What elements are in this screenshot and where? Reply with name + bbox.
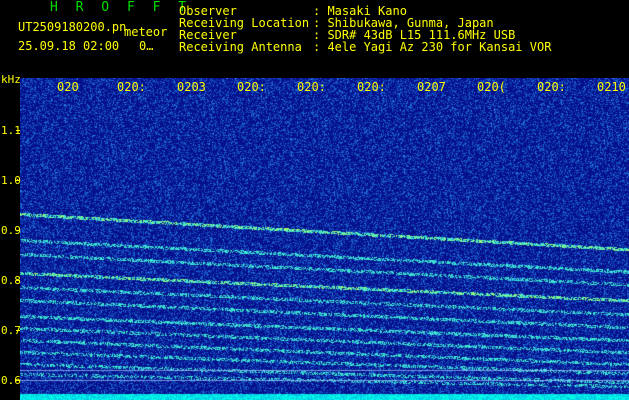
y-tick-mark — [16, 330, 20, 331]
y-tick-mark — [16, 230, 20, 231]
x-tick-label: 0203 — [177, 80, 206, 94]
x-tick-label: 020: — [297, 80, 326, 94]
spectrogram — [20, 78, 629, 400]
antenna-value: : 4ele Yagi Az 230 for Kansai VOR — [313, 40, 552, 54]
app-title: H R O F F T — [50, 0, 192, 15]
x-tick-label: 020: — [117, 80, 146, 94]
x-tick-label: 020: — [237, 80, 266, 94]
y-tick-mark — [16, 130, 20, 131]
file-name: UT2509180200.pn — [18, 20, 127, 34]
x-tick-label: 0210 — [597, 80, 626, 94]
y-tick-mark — [16, 380, 20, 381]
x-tick-label: 020( — [477, 80, 506, 94]
mode-tag: meteor — [124, 25, 168, 39]
y-axis-unit: kHz — [1, 73, 21, 86]
y-tick-mark — [16, 280, 20, 281]
counter: 0… — [139, 39, 154, 53]
spectrogram-canvas — [20, 78, 629, 400]
header-panel: H R O F F T UT2509180200.pn meteor 25.09… — [0, 0, 629, 78]
antenna-label: Receiving Antenna — [179, 40, 302, 54]
x-tick-label: 020: — [537, 80, 566, 94]
x-tick-label: 020: — [357, 80, 386, 94]
timestamp: 25.09.18 02:00 — [18, 39, 120, 53]
x-tick-label: 0207 — [417, 80, 446, 94]
y-tick-mark — [16, 180, 20, 181]
x-tick-label: 020 — [57, 80, 79, 94]
